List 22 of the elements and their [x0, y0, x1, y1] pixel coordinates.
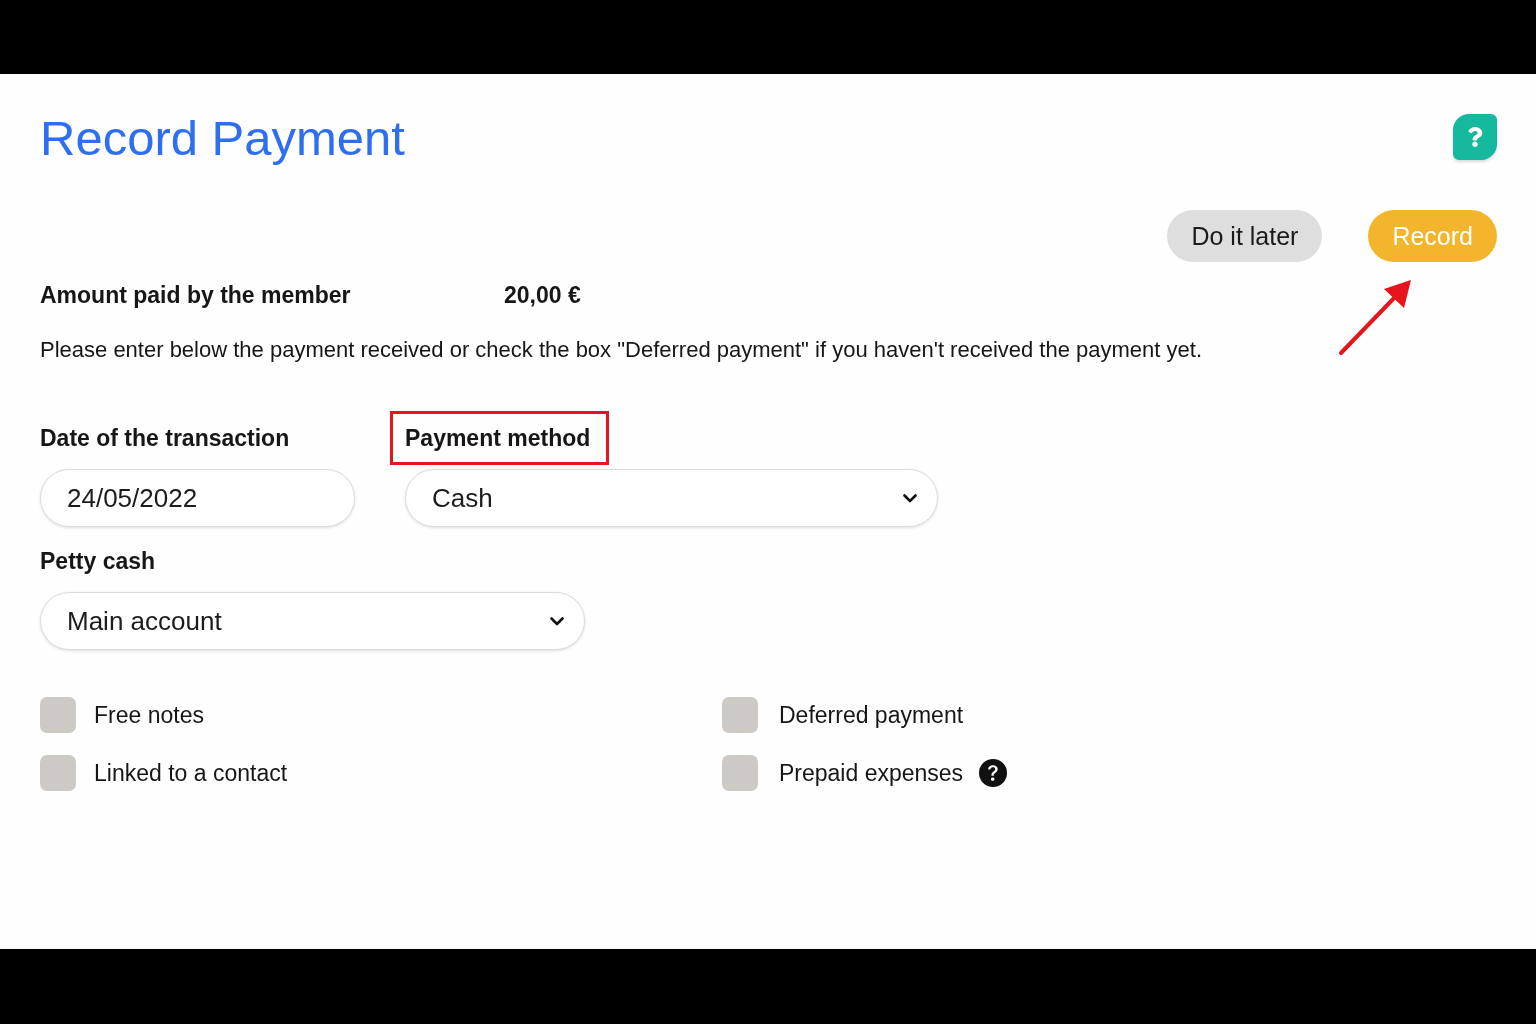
amount-label: Amount paid by the member [40, 281, 352, 309]
checkbox[interactable] [40, 755, 76, 791]
checkbox-label: Free notes [94, 701, 204, 729]
input-field[interactable]: 24/05/2022 [40, 469, 355, 527]
field-label: Date of the transaction [40, 424, 290, 452]
checkbox[interactable] [722, 755, 758, 791]
field-label: Payment method [390, 411, 610, 465]
checkbox-label: Prepaid expenses [779, 759, 964, 787]
select-field[interactable]: Main account [40, 592, 585, 650]
field-label: Petty cash [40, 547, 156, 575]
checkbox-label: Linked to a contact [94, 759, 288, 787]
chevron-down-icon [903, 493, 917, 503]
later-button[interactable]: Do it later [1167, 210, 1323, 262]
instructions-text: Please enter below the payment received or check the box "Deferred payment" if you haven't received the payment yet. [40, 337, 1202, 363]
amount-value: 20,00 € [504, 281, 581, 309]
chevron-down-icon [550, 616, 564, 626]
page-title: Record Payment [40, 110, 405, 167]
checkbox[interactable] [40, 697, 76, 733]
select-field[interactable]: Cash [405, 469, 938, 527]
help-icon[interactable] [979, 759, 1008, 787]
checkbox-label: Deferred payment [779, 701, 964, 729]
checkbox[interactable] [722, 697, 758, 733]
